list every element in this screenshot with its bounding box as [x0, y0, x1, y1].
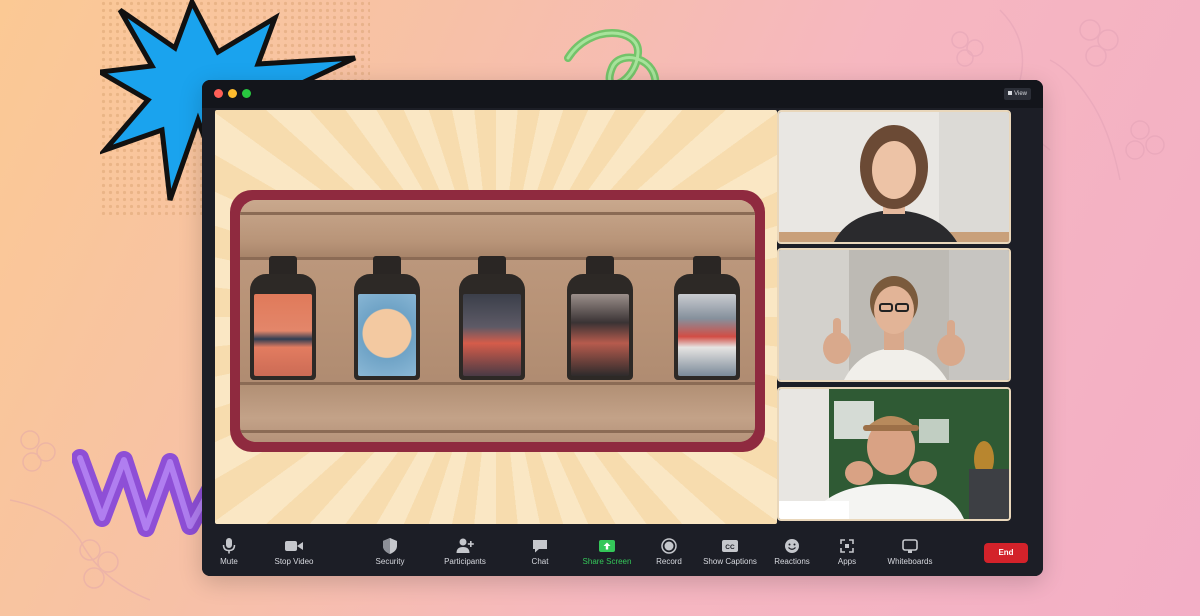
maximize-window-button[interactable] [242, 89, 251, 98]
close-window-button[interactable] [214, 89, 223, 98]
grape-vine-decoration [9, 430, 151, 601]
end-meeting-button[interactable]: End [984, 543, 1028, 563]
shared-screen-stage [215, 110, 777, 524]
cardboard-shelf-bottom [240, 382, 755, 442]
bottle [674, 256, 740, 380]
meeting-toolbar: Mute Stop Video Security Participants Ch… [202, 532, 1043, 576]
microphone-icon [222, 538, 236, 554]
apps-icon [840, 539, 854, 553]
participants-label: Participants [444, 557, 486, 566]
view-button[interactable]: View [1004, 88, 1031, 100]
shield-icon [383, 538, 397, 554]
apps-label: Apps [837, 557, 857, 566]
security-label: Security [375, 557, 405, 566]
participant-video-feed [779, 389, 1009, 519]
chat-button[interactable]: Chat [522, 537, 558, 566]
share-screen-icon [599, 540, 615, 552]
whiteboard-icon [902, 539, 918, 553]
record-button[interactable]: Record [650, 537, 688, 566]
reactions-label: Reactions [774, 557, 810, 566]
chat-bubble-icon [533, 540, 547, 553]
video-call-window: View Mute Stop Video Security Participan… [202, 80, 1043, 576]
bottle [354, 256, 420, 380]
mute-button[interactable]: Mute [208, 537, 250, 566]
participants-button[interactable]: Participants [438, 537, 492, 566]
grid-icon [1008, 91, 1013, 95]
record-label: Record [656, 557, 682, 566]
bottle [459, 256, 525, 380]
reactions-button[interactable]: Reactions [770, 537, 814, 566]
video-camera-icon [285, 541, 303, 551]
record-icon [661, 538, 677, 554]
stop-video-label: Stop Video [274, 557, 314, 566]
share-screen-button[interactable]: Share Screen [578, 537, 636, 566]
cardboard-shelf-top [240, 200, 755, 260]
shared-content-image [240, 200, 755, 442]
whiteboards-label: Whiteboards [887, 557, 933, 566]
participant-video-feed [779, 112, 1009, 242]
participant-video-tile[interactable] [777, 248, 1011, 382]
show-captions-label: Show Captions [703, 557, 757, 566]
bottle [567, 256, 633, 380]
view-button-label: View [1014, 91, 1027, 97]
stop-video-button[interactable]: Stop Video [264, 537, 324, 566]
shared-content-frame [230, 190, 765, 452]
whiteboards-button[interactable]: Whiteboards [882, 537, 938, 566]
captions-icon: CC [722, 540, 738, 552]
bottle [250, 256, 316, 380]
chat-label: Chat [531, 557, 549, 566]
participants-icon [456, 538, 474, 553]
reactions-icon [785, 539, 799, 553]
share-screen-label: Share Screen [582, 557, 632, 566]
minimize-window-button[interactable] [228, 89, 237, 98]
svg-text:CC: CC [725, 544, 735, 551]
title-bar: View [202, 80, 1043, 108]
security-button[interactable]: Security [368, 537, 412, 566]
participant-video-feed [779, 250, 1009, 380]
show-captions-button[interactable]: CC Show Captions [700, 537, 760, 566]
mute-label: Mute [220, 557, 238, 566]
participant-video-tile[interactable] [777, 110, 1011, 244]
apps-button[interactable]: Apps [832, 537, 862, 566]
participant-video-tile[interactable] [777, 387, 1011, 521]
